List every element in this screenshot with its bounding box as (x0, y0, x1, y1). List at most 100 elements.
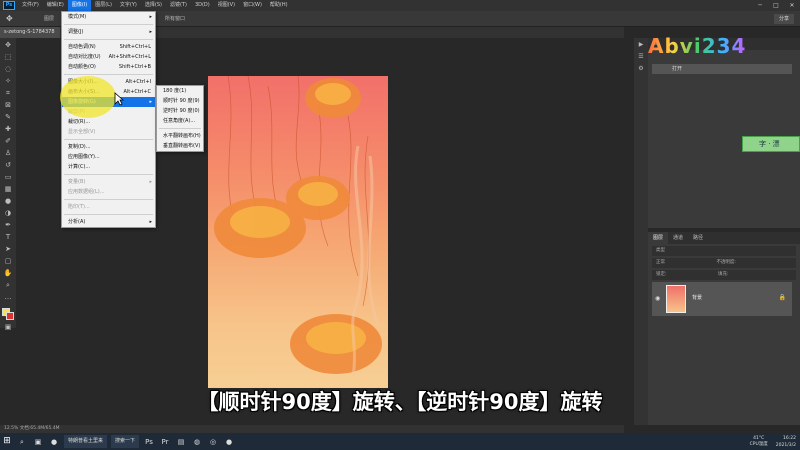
image-menu-item[interactable]: 分析(A) ▸ (62, 217, 155, 227)
play-icon[interactable]: ▶ (636, 40, 646, 50)
history-state-open[interactable]: 打开 (652, 64, 792, 74)
image-menu-item[interactable]: 显示全部(V) (62, 127, 155, 137)
history-brush-icon[interactable]: ↺ (3, 160, 13, 170)
properties-icon[interactable]: ⚙ (636, 64, 646, 74)
menu-filter[interactable]: 滤镜(T) (166, 0, 191, 11)
gradient-icon[interactable]: ▦ (3, 184, 13, 194)
photoshop-window: Ps 文件(F) 编辑(E) 图像(I) 图层(L) 文字(Y) 选择(S) 滤… (0, 0, 800, 450)
blur-icon[interactable]: ● (3, 196, 13, 206)
browser-icon[interactable]: ◍ (191, 436, 203, 448)
chrome-icon[interactable]: ◎ (207, 436, 219, 448)
frame-icon[interactable]: ⊠ (3, 100, 13, 110)
premiere-taskbar-icon[interactable]: Pr (159, 436, 171, 448)
lasso-icon[interactable]: ◌ (3, 64, 13, 74)
stamp-icon[interactable]: ♙ (3, 148, 13, 158)
eraser-icon[interactable]: ▭ (3, 172, 13, 182)
healing-brush-icon[interactable]: ✚ (3, 124, 13, 134)
tab-layers[interactable]: 图层 (648, 232, 669, 244)
menu-item-label: 自动颜色(O) (68, 64, 96, 70)
brush-icon[interactable]: ✐ (3, 136, 13, 146)
crop-icon[interactable]: ⌗ (3, 88, 13, 98)
folder-icon[interactable]: ▤ (175, 436, 187, 448)
record-icon[interactable]: ● (223, 436, 235, 448)
tab-paths[interactable]: 路径 (688, 232, 708, 244)
menu-item-label: 自动对比度(U) (68, 54, 101, 60)
menu-select[interactable]: 选择(S) (141, 0, 166, 11)
taskbar-app-search[interactable]: 搜索一下 (111, 435, 140, 448)
image-menu-item[interactable]: 计算(C)... (62, 162, 155, 172)
screen-mode-icon[interactable]: ▣ (3, 322, 13, 332)
rotation-menu-item[interactable]: 逆时针 90 度(0) (157, 106, 203, 116)
background-color-swatch[interactable] (6, 312, 14, 320)
visibility-eye-icon[interactable]: ◉ (655, 295, 660, 302)
share-button[interactable]: 分享 (774, 14, 794, 24)
rotation-menu-item[interactable]: 垂直翻转画布(V) (157, 141, 203, 151)
blend-mode-select[interactable]: 正常 不透明度: (652, 258, 796, 268)
layer-kind-filter[interactable]: 类型 (652, 246, 796, 256)
menu-view[interactable]: 视图(V) (214, 0, 239, 11)
search-icon[interactable]: ⌕ (16, 436, 28, 448)
taskbar-app-video[interactable]: 特朗普看土里来 (64, 435, 108, 448)
menu-item-label: 垂直翻转画布(V) (163, 143, 201, 149)
image-rotation-submenu: 180 度(1) 顺时针 90 度(9) 逆时针 90 度(0) 任意角度(A)...… (156, 85, 204, 152)
image-menu-item[interactable]: 自动颜色(O) Shift+Ctrl+B (62, 62, 155, 72)
rotation-menu-item[interactable]: 水平翻转画布(H) (157, 131, 203, 141)
menu-edit[interactable]: 编辑(E) (43, 0, 68, 11)
photoshop-taskbar-icon[interactable]: Ps (143, 436, 155, 448)
close-icon[interactable]: ✕ (784, 0, 800, 11)
menu-help[interactable]: 帮助(H) (266, 0, 292, 11)
app-icon-1[interactable]: ● (48, 436, 60, 448)
layers-panel-tabs: 图层 通道 路径 (648, 232, 800, 244)
rotation-menu-item[interactable]: 顺时针 90 度(9) (157, 96, 203, 106)
task-view-icon[interactable]: ▣ (32, 436, 44, 448)
image-menu-item[interactable]: 自动色调(N) Shift+Ctrl+L (62, 42, 155, 52)
rotation-menu-item[interactable]: 任意角度(A)... (157, 116, 203, 126)
more-tools-icon[interactable]: … (3, 292, 13, 302)
windows-start-icon[interactable]: ⊞ (0, 433, 14, 450)
zoom-icon[interactable]: ⌕ (3, 280, 13, 290)
image-menu-item[interactable]: 调整(J) ▸ (62, 27, 155, 37)
menu-window[interactable]: 窗口(W) (239, 0, 266, 11)
menu-item-shortcut: Alt+Ctrl+C (123, 89, 151, 95)
minimize-icon[interactable]: ─ (752, 0, 768, 11)
menu-layer[interactable]: 图层(L) (91, 0, 116, 11)
image-menu-item[interactable]: 变量(B) ▸ (62, 177, 155, 187)
image-menu-item[interactable]: 应用图像(Y)... (62, 152, 155, 162)
maximize-icon[interactable]: □ (768, 0, 784, 11)
menu-image[interactable]: 图像(I) (67, 0, 92, 11)
menu-file[interactable]: 文件(F) (18, 0, 43, 11)
document-tab[interactable]: s-zetong-S-1784378 (0, 27, 60, 38)
panel-icon-strip: ▶ ☰ ⚙ (634, 38, 648, 425)
image-menu-item[interactable]: 自动对比度(U) Alt+Shift+Ctrl+L (62, 52, 155, 62)
rotation-menu-item[interactable]: 180 度(1) (157, 86, 203, 96)
image-menu-item[interactable]: 应用数据组(L)... (62, 187, 155, 197)
eyedropper-icon[interactable]: ✎ (3, 112, 13, 122)
type-icon[interactable]: T (3, 232, 13, 242)
menu-item-shortcut: Shift+Ctrl+B (118, 64, 151, 70)
dodge-icon[interactable]: ◑ (3, 208, 13, 218)
image-menu-item[interactable]: 模式(M) ▸ (62, 12, 155, 22)
magic-wand-icon[interactable]: ✧ (3, 76, 13, 86)
path-select-icon[interactable]: ➤ (3, 244, 13, 254)
marquee-icon[interactable]: ⬚ (3, 52, 13, 62)
system-clock[interactable]: 16:22 2021/3/2 (776, 435, 796, 449)
all-windows-label[interactable]: 所有窗口 (165, 15, 185, 22)
rectangle-icon[interactable]: ▢ (3, 256, 13, 266)
move-tool-icon[interactable]: ✥ (6, 14, 18, 24)
jellyfish-photo[interactable] (208, 76, 388, 388)
image-menu-item[interactable]: 复制(D)... (62, 142, 155, 152)
menu-type[interactable]: 文字(Y) (116, 0, 141, 11)
hand-icon[interactable]: ✋ (3, 268, 13, 278)
move-icon[interactable]: ✥ (3, 40, 13, 50)
layer-row-background[interactable]: ◉ 背景 🔒 (652, 282, 792, 316)
history-icon[interactable]: ☰ (636, 52, 646, 62)
menu-item-shortcut: Shift+Ctrl+L (119, 44, 151, 50)
pen-icon[interactable]: ✒ (3, 220, 13, 230)
cpu-label: CPU温度 (749, 441, 768, 447)
menu-3d[interactable]: 3D(D) (191, 0, 214, 11)
lock-row: 锁定: 填充: (652, 270, 796, 280)
tab-channels[interactable]: 通道 (668, 232, 688, 244)
image-menu-item[interactable]: 陷印(T)... (62, 202, 155, 212)
auto-select-dropdown[interactable]: 图层 (44, 15, 54, 22)
image-menu-item[interactable]: 裁切(R)... (62, 117, 155, 127)
